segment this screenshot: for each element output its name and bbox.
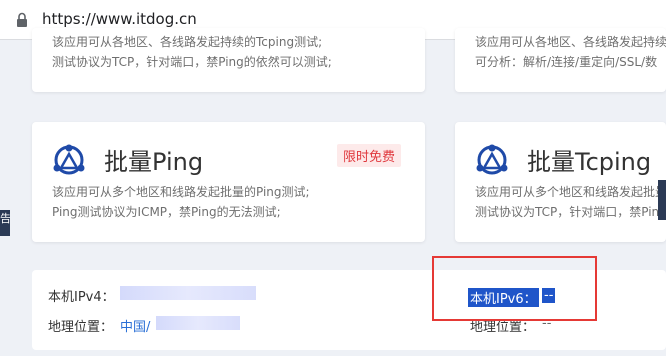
card-desc-line1: 该应用可从多个地区和线路发起批量的Ping测试; bbox=[52, 185, 310, 199]
card-desc-line1: 该应用可从各地区、各线路发起持续的Tcping测试; bbox=[52, 35, 323, 49]
globe-network-icon bbox=[53, 144, 85, 175]
scrollbar[interactable] bbox=[658, 180, 666, 220]
geo-value[interactable]: 中国/ bbox=[120, 316, 150, 335]
lock-icon bbox=[17, 12, 27, 27]
card-title: 批量Tcping bbox=[527, 148, 652, 176]
card-desc-line2: Ping测试协议为ICMP，禁Ping的无法测试; bbox=[52, 205, 281, 219]
highlight-annotation-box bbox=[432, 256, 597, 321]
ipv4-label: 本机IPv4： bbox=[48, 290, 115, 305]
card-desc-line2: 测试协议为TCP，针对端口，禁Ping bbox=[475, 205, 666, 219]
card-desc-line2: 测试协议为TCP，针对端口，禁Ping的依然可以测试; bbox=[52, 55, 332, 69]
url-text[interactable]: https://www.itdog.cn bbox=[42, 10, 197, 28]
tcping-continuous-card[interactable]: 该应用可从各地区、各线路发起持续的Tcping测试; 测试协议为TCP，针对端口… bbox=[32, 28, 425, 92]
card-title: 批量Ping bbox=[104, 148, 204, 176]
geo-label: 地理位置： bbox=[48, 320, 114, 335]
card-desc-line2: 可分析：解析/连接/重定向/SSL/数 bbox=[475, 55, 658, 69]
globe-network-icon bbox=[476, 144, 508, 175]
ipv4-value-redacted bbox=[120, 286, 256, 300]
card-desc-line1: 该应用可从多个地区和线路发起批量的Tcping测试; bbox=[475, 185, 666, 199]
card-desc-line1: 该应用可从各地区、各线路发起持续的Tcping测试; bbox=[475, 35, 666, 49]
geo-value-redacted bbox=[156, 316, 240, 330]
website-speed-card[interactable]: 该应用可从各地区、各线路发起持续的Tcping测试; 可分析：解析/连接/重定向… bbox=[455, 28, 666, 92]
free-badge: 限时免费 bbox=[337, 144, 402, 167]
batch-ping-card[interactable]: 批量Ping 限时免费 该应用可从多个地区和线路发起批量的Ping测试; Pin… bbox=[32, 122, 425, 242]
batch-tcping-card[interactable]: 批量Tcping 该应用可从多个地区和线路发起批量的Tcping测试; 测试协议… bbox=[455, 122, 666, 242]
side-floating-tab[interactable]: 告 bbox=[0, 210, 10, 236]
